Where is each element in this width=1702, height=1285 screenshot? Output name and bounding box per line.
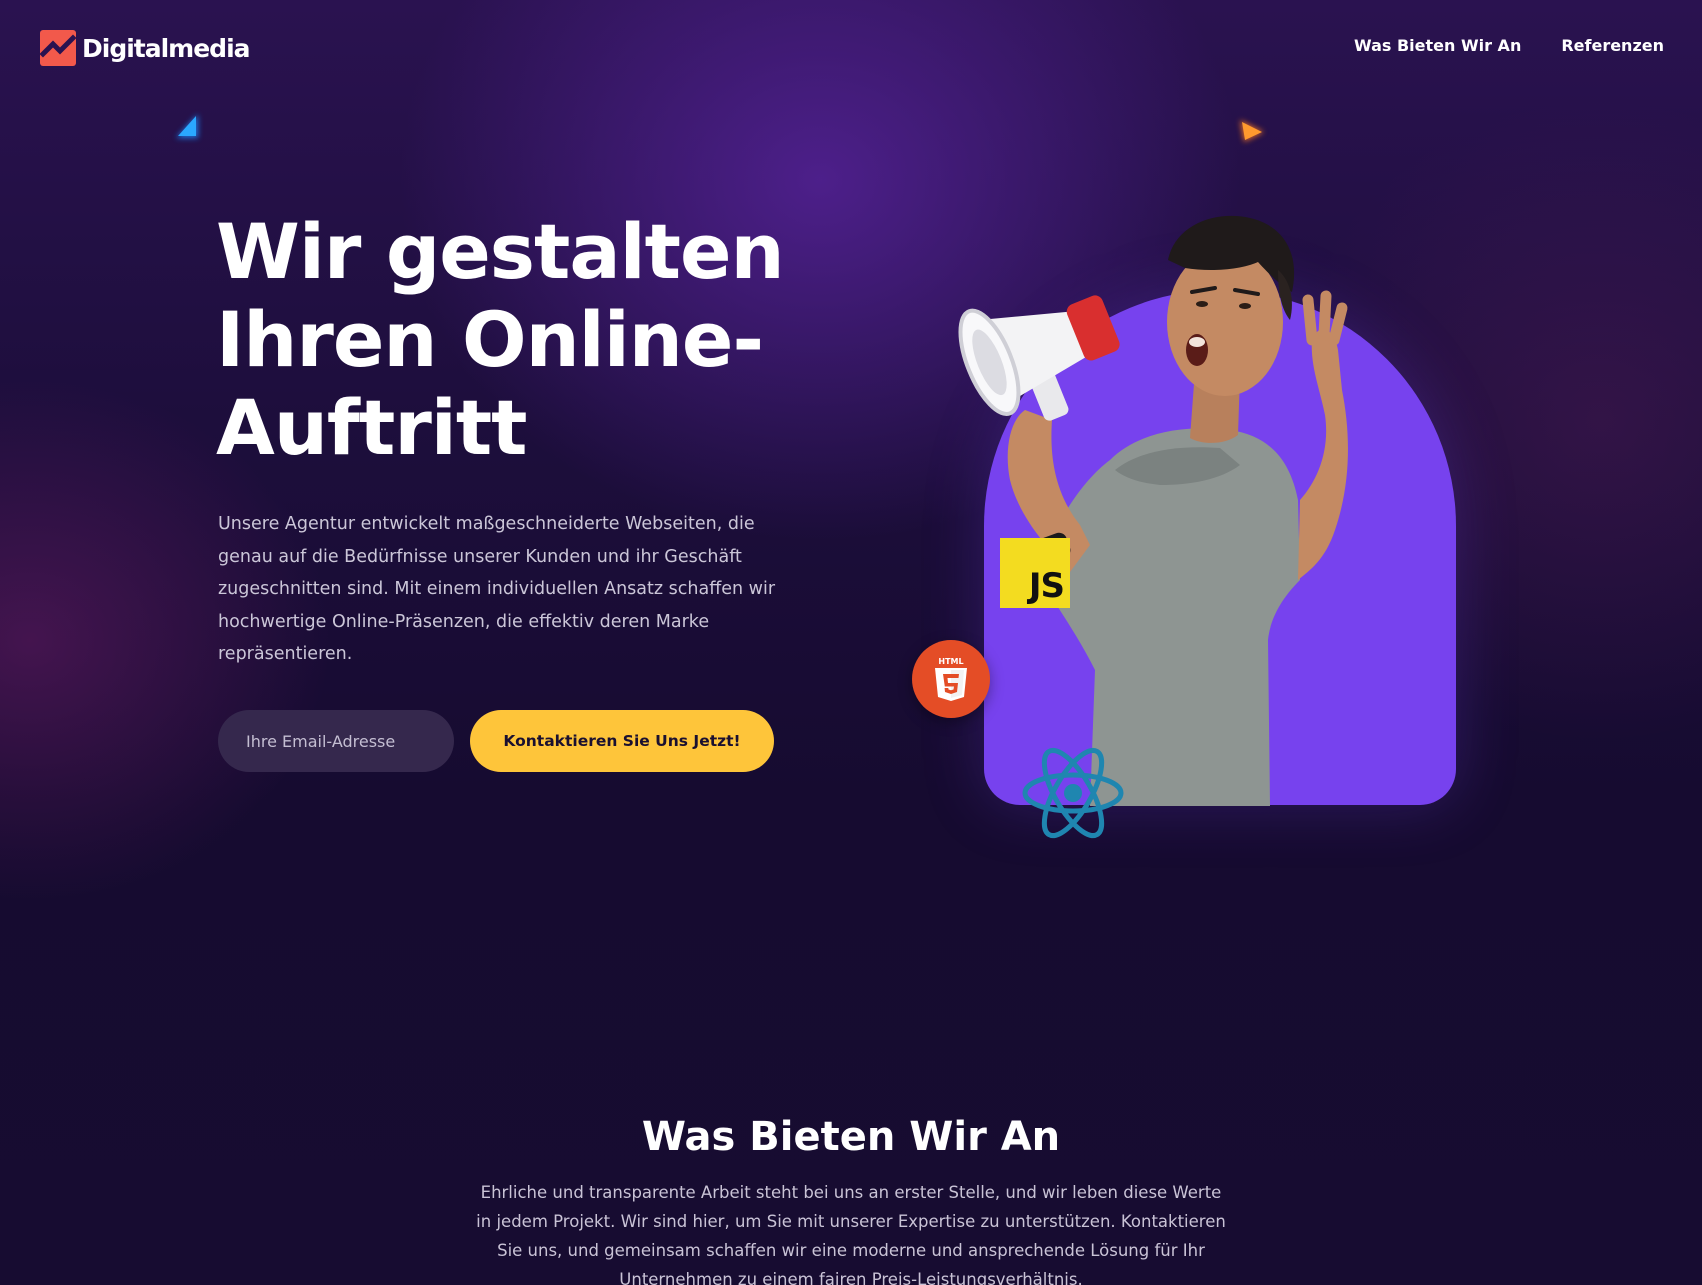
nav-link-services[interactable]: Was Bieten Wir An [1354, 36, 1521, 55]
section-title: Was Bieten Wir An [641, 1114, 1061, 1160]
logo[interactable]: Digitalmedia [39, 28, 251, 68]
nav-link-references[interactable]: Referenzen [1561, 36, 1664, 55]
logo-icon [39, 28, 77, 68]
orange-triangle-icon [1240, 120, 1264, 142]
hero-title-line-1: Wir gestalten [216, 207, 785, 296]
js-icon: JS [1000, 538, 1070, 608]
email-input[interactable] [218, 710, 454, 772]
react-icon [1022, 747, 1124, 839]
logo-text: Digitalmedia [82, 33, 251, 63]
html5-icon: HTML [912, 640, 990, 718]
hero-person-image [958, 215, 1348, 806]
section-description: Ehrliche und transparente Arbeit steht b… [476, 1183, 1226, 1285]
hero-title-line-3: Auftritt [216, 383, 528, 472]
hero-title-line-2: Ihren Online- [216, 295, 764, 384]
blue-triangle-icon [176, 114, 198, 138]
hero-description: Unsere Agentur entwickelt maßgeschneider… [218, 514, 776, 664]
hero-title: Wir gestalten Ihren Online- Auftritt [216, 208, 816, 472]
top-nav: Digitalmedia Was Bieten Wir An Referenze… [0, 0, 1702, 96]
html5-label: HTML [938, 657, 963, 666]
contact-button[interactable]: Kontaktieren Sie Uns Jetzt! [470, 710, 774, 772]
nav-links: Was Bieten Wir An Referenzen [1354, 36, 1664, 55]
